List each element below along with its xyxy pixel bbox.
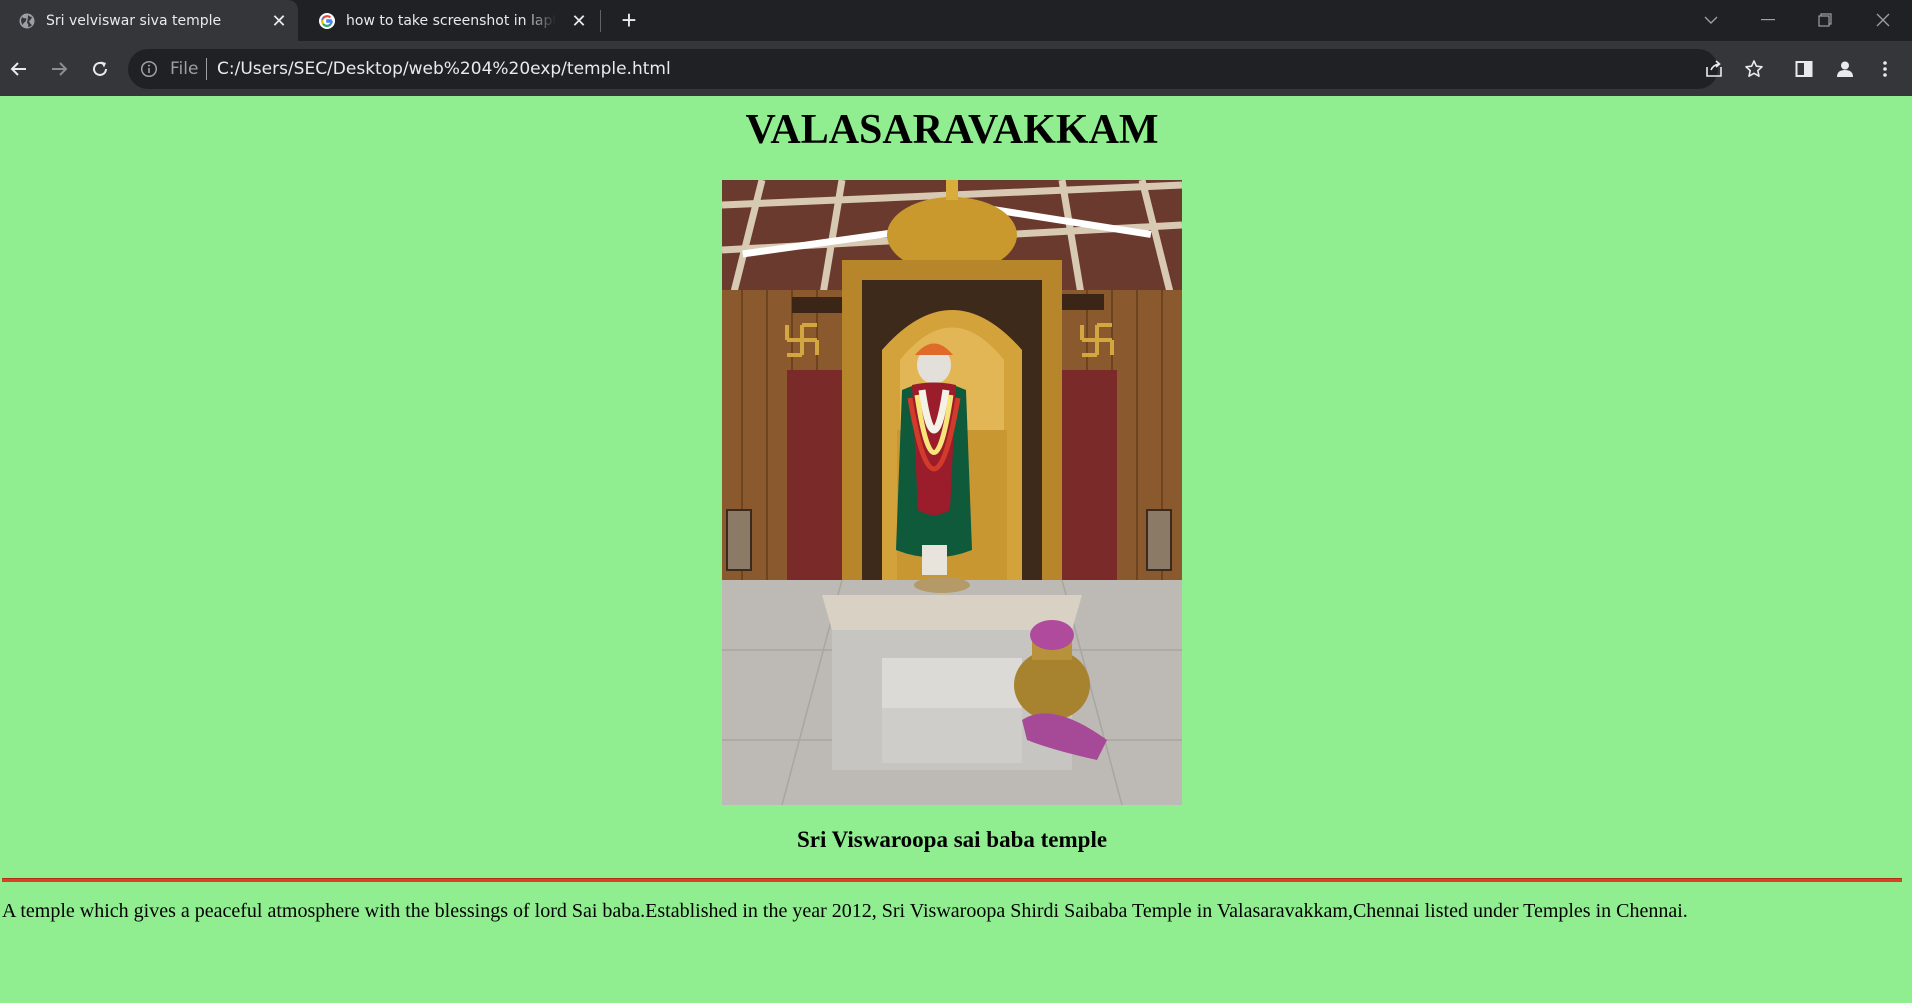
omnibox-divider xyxy=(206,58,207,80)
close-window-icon[interactable] xyxy=(1860,6,1906,34)
browser-toolbar: File C:/Users/SEC/Desktop/web%204%20exp/… xyxy=(0,41,1912,96)
share-icon[interactable] xyxy=(1703,58,1725,80)
info-icon[interactable] xyxy=(140,60,158,78)
tab-search-chevron-icon[interactable] xyxy=(1688,6,1734,34)
forward-arrow-icon[interactable] xyxy=(45,55,73,83)
tab-strip: Sri velviswar siva temple ✕ how to take … xyxy=(0,0,1912,41)
shrine-photo xyxy=(722,180,1182,805)
new-tab-icon[interactable]: + xyxy=(617,7,641,33)
close-tab-icon[interactable]: ✕ xyxy=(570,12,588,30)
minimize-icon[interactable] xyxy=(1745,6,1791,34)
tab-active[interactable]: Sri velviswar siva temple ✕ xyxy=(0,0,298,41)
image-caption: Sri Viswaroopa sai baba temple xyxy=(796,827,1108,852)
scheme-label: File xyxy=(170,59,199,79)
page-title: VALASARAVAKKAM xyxy=(745,107,1159,153)
tab-title: how to take screenshot in laptop xyxy=(346,12,556,29)
tab-title: Sri velviswar siva temple xyxy=(46,12,222,29)
back-arrow-icon[interactable] xyxy=(5,55,33,83)
restore-icon[interactable] xyxy=(1802,6,1848,34)
reload-icon[interactable] xyxy=(86,55,114,83)
side-panel-icon[interactable] xyxy=(1790,55,1818,83)
url-text[interactable]: C:/Users/SEC/Desktop/web%204%20exp/templ… xyxy=(217,59,671,79)
profile-icon[interactable] xyxy=(1831,55,1859,83)
page-body: VALASARAVAKKAM Sri Viswaroopa sai baba t… xyxy=(0,96,1912,1003)
google-icon xyxy=(319,12,335,29)
menu-kebab-icon[interactable] xyxy=(1871,55,1899,83)
close-tab-icon[interactable]: ✕ xyxy=(270,12,288,30)
tab-inactive[interactable]: how to take screenshot in laptop ✕ xyxy=(300,0,598,41)
tab-separator xyxy=(600,10,601,32)
globe-icon xyxy=(19,13,35,28)
address-bar[interactable]: File C:/Users/SEC/Desktop/web%204%20exp/… xyxy=(128,49,1763,89)
horizontal-rule xyxy=(2,878,1902,882)
description-paragraph: A temple which gives a peaceful atmosphe… xyxy=(2,900,1688,922)
bookmark-star-icon[interactable] xyxy=(1743,58,1765,80)
